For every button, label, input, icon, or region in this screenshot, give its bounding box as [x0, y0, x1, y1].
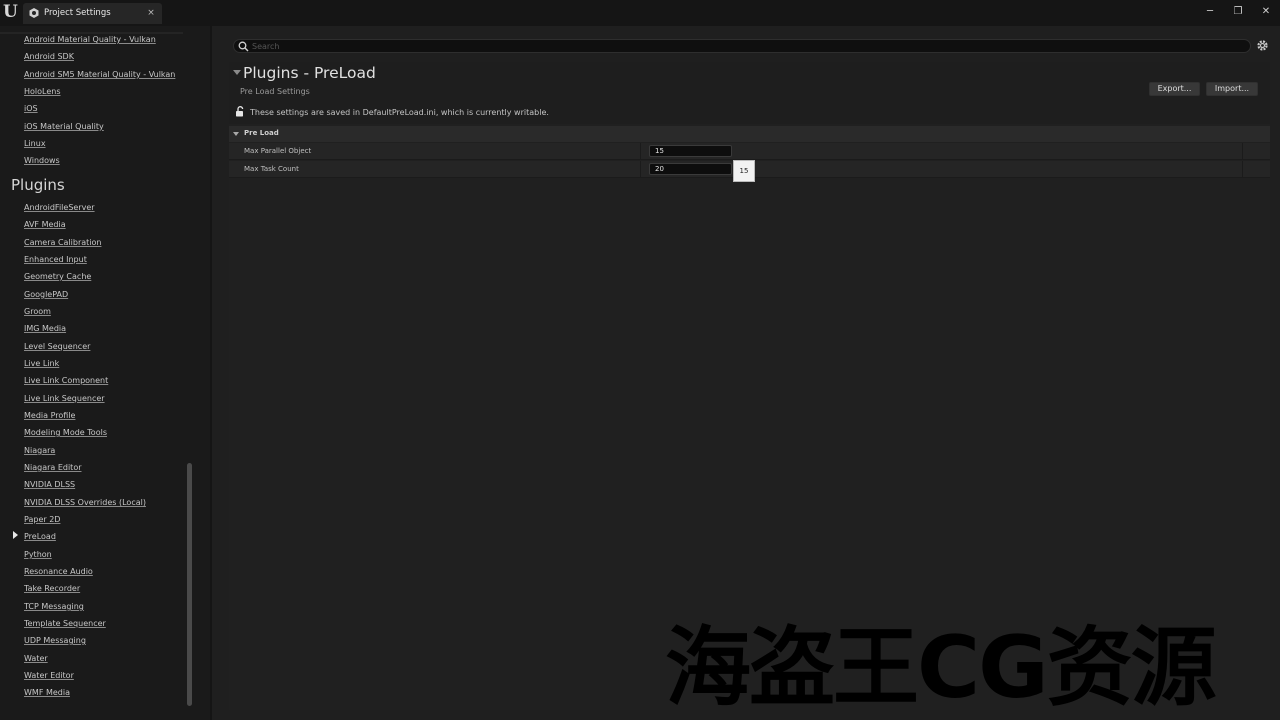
sidebar-item[interactable]: Niagara: [24, 445, 55, 456]
sidebar-item[interactable]: AVF Media: [24, 219, 66, 230]
minimize-button[interactable]: ─: [1199, 3, 1221, 21]
column-divider: [1242, 161, 1243, 178]
sidebar-item[interactable]: Linux: [24, 138, 46, 149]
max-task-count-input[interactable]: [649, 163, 732, 175]
sidebar-item[interactable]: Modeling Mode Tools: [24, 427, 107, 438]
page-title: Plugins - PreLoad: [243, 64, 376, 82]
selected-arrow-icon: [13, 531, 18, 539]
section-collapse-icon: [233, 132, 239, 136]
sidebar-item[interactable]: Template Sequencer: [24, 618, 106, 629]
sidebar-item[interactable]: IMG Media: [24, 323, 66, 334]
unreal-logo-icon[interactable]: U: [3, 3, 19, 21]
sidebar-item[interactable]: Android SDK: [24, 51, 74, 62]
settings-header: Plugins - PreLoad Pre Load Settings Thes…: [229, 62, 1270, 124]
sidebar-item[interactable]: HoloLens: [24, 86, 61, 97]
tab-close-icon[interactable]: ×: [144, 6, 158, 20]
section-label: Pre Load: [244, 129, 279, 137]
sidebar-item[interactable]: Resonance Audio: [24, 566, 93, 577]
sidebar-item[interactable]: Water Editor: [24, 670, 74, 681]
property-row: Max Parallel Object: [229, 143, 1270, 160]
sidebar-item[interactable]: Level Sequencer: [24, 341, 90, 352]
sidebar-item[interactable]: Groom: [24, 306, 51, 317]
column-divider: [1242, 143, 1243, 160]
settings-sidebar: Android Material Quality - Vulkan Android…: [0, 26, 210, 720]
sidebar-item[interactable]: GooglePAD: [24, 289, 68, 300]
sidebar-item[interactable]: Live Link Component: [24, 375, 108, 386]
sidebar-item[interactable]: Paper 2D: [24, 514, 60, 525]
sidebar-item[interactable]: AndroidFileServer: [24, 202, 95, 213]
import-button[interactable]: Import...: [1206, 82, 1258, 96]
sidebar-item[interactable]: iOS: [24, 103, 38, 114]
property-label: Max Task Count: [244, 165, 299, 173]
column-divider[interactable]: [640, 143, 641, 160]
sidebar-item[interactable]: Niagara Editor: [24, 462, 82, 473]
close-window-button[interactable]: ✕: [1255, 3, 1277, 21]
sidebar-item[interactable]: NVIDIA DLSS Overrides (Local): [24, 497, 146, 508]
sidebar-item[interactable]: iOS Material Quality: [24, 121, 104, 132]
sidebar-item[interactable]: NVIDIA DLSS: [24, 479, 75, 490]
unlocked-icon: [236, 106, 244, 117]
sidebar-item-selected[interactable]: PreLoad: [24, 531, 56, 542]
search-input[interactable]: [252, 40, 1232, 52]
title-bar: U Project Settings × ─ ❐ ✕: [0, 0, 1280, 26]
sidebar-item[interactable]: Water: [24, 653, 48, 664]
sidebar-item[interactable]: Windows: [24, 155, 60, 166]
app-window: U Project Settings × ─ ❐ ✕ Android Mater…: [0, 0, 1280, 720]
max-parallel-object-input[interactable]: [649, 145, 732, 157]
tab-project-settings[interactable]: Project Settings ×: [23, 3, 162, 24]
export-button[interactable]: Export...: [1149, 82, 1200, 96]
column-divider[interactable]: [640, 161, 641, 178]
sidebar-item[interactable]: Take Recorder: [24, 583, 80, 594]
sidebar-item[interactable]: TCP Messaging: [24, 601, 84, 612]
sidebar-item[interactable]: Android SM5 Material Quality - Vulkan: [24, 69, 175, 80]
sidebar-item[interactable]: Live Link: [24, 358, 59, 369]
sidebar-item[interactable]: UDP Messaging: [24, 635, 86, 646]
sidebar-scrollbar[interactable]: [187, 463, 192, 706]
sidebar-item[interactable]: Geometry Cache: [24, 271, 91, 282]
sidebar-item[interactable]: Media Profile: [24, 410, 75, 421]
sidebar-item[interactable]: Camera Calibration: [24, 237, 101, 248]
collapse-arrow-icon[interactable]: [233, 70, 241, 75]
property-label: Max Parallel Object: [244, 147, 312, 155]
sidebar-item[interactable]: WMF Media: [24, 687, 70, 698]
sidebar-item[interactable]: Enhanced Input: [24, 254, 87, 265]
search-icon: [238, 41, 249, 52]
gear-icon[interactable]: [1256, 39, 1269, 52]
section-header[interactable]: Pre Load: [229, 126, 1270, 142]
main-panel: Plugins - PreLoad Pre Load Settings Thes…: [212, 26, 1280, 720]
restore-button[interactable]: ❐: [1227, 3, 1249, 21]
unreal-settings-icon: [29, 8, 39, 18]
watermark: 海盗王CG资源: [665, 618, 1217, 718]
page-subtitle: Pre Load Settings: [240, 87, 310, 96]
value-tooltip: 15: [733, 160, 755, 182]
plugins-heading: Plugins: [11, 176, 65, 194]
writable-notice: These settings are saved in DefaultPreLo…: [250, 108, 549, 117]
sidebar-item[interactable]: Live Link Sequencer: [24, 393, 105, 404]
tab-label: Project Settings: [44, 8, 111, 18]
sidebar-item[interactable]: Python: [24, 549, 52, 560]
sidebar-item[interactable]: Android Material Quality - Vulkan: [24, 34, 156, 45]
search-box[interactable]: [233, 39, 1251, 53]
